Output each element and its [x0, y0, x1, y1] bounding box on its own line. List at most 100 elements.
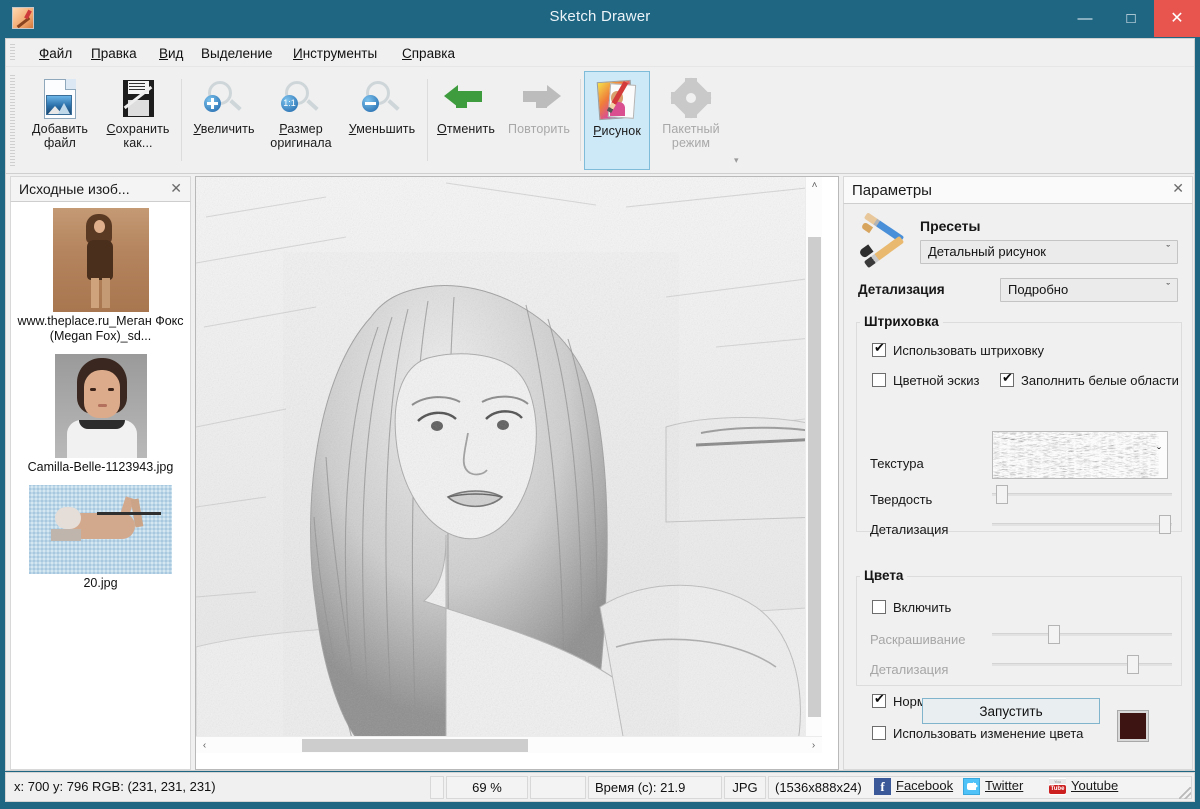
thumbnail-image[interactable]: [29, 485, 172, 574]
drawing-mode-label: Рисунок: [585, 124, 649, 138]
undo-button[interactable]: Отменить: [432, 72, 500, 168]
thumbnail-image[interactable]: [53, 208, 149, 312]
add-file-button[interactable]: Добавитьфайл: [22, 72, 98, 168]
minimize-button[interactable]: —: [1062, 0, 1108, 37]
menu-item-file[interactable]: ФФайлайл: [34, 43, 77, 64]
toolbar-drag-grip[interactable]: [10, 75, 15, 167]
redo-button: Повторить: [501, 72, 577, 168]
detail-level-select[interactable]: Подробно ˇ: [1000, 278, 1178, 302]
source-images-title-bar: Исходные изоб... ✕: [10, 176, 191, 202]
hatching-detail-slider[interactable]: [992, 515, 1172, 533]
batch-mode-label: Пакетныйрежим: [654, 122, 728, 150]
close-button[interactable]: ✕: [1154, 0, 1200, 37]
zoom-in-label: Увеличить: [186, 122, 262, 136]
application-window: Sketch Drawer — □ ✕ ФФайлайл Правка Вид …: [0, 0, 1200, 809]
fill-white-areas-checkbox[interactable]: [1000, 373, 1014, 387]
actual-size-icon: 1:1: [276, 78, 326, 120]
scroll-right-icon[interactable]: ›: [805, 737, 822, 753]
zoom-in-button[interactable]: Увеличить: [186, 72, 262, 168]
hatching-group-label: Штриховка: [860, 314, 943, 329]
twitter-icon[interactable]: [963, 778, 980, 795]
menu-item-edit[interactable]: Правка: [86, 43, 142, 64]
histogram-normalization-checkbox[interactable]: [872, 694, 886, 708]
youtube-link[interactable]: Youtube: [1071, 778, 1118, 793]
thumbnail-caption: www.theplace.ru_Меган Фокс (Megan Fox)_s…: [11, 312, 190, 350]
colors-detail-slider-knob: [1127, 655, 1139, 674]
hardness-slider-knob[interactable]: [996, 485, 1008, 504]
scroll-left-icon[interactable]: ‹: [196, 737, 213, 753]
colorize-slider-track: [992, 633, 1172, 636]
hatching-detail-label: Детализация: [870, 522, 948, 537]
save-as-button[interactable]: Сохранитькак...: [99, 72, 177, 168]
toolbar-overflow-chevron-icon[interactable]: ▾: [734, 155, 739, 166]
menu-item-help[interactable]: Справка: [397, 43, 460, 64]
colors-enable-label: Включить: [893, 600, 951, 615]
menu-item-view[interactable]: Вид: [154, 43, 188, 64]
source-images-list[interactable]: www.theplace.ru_Меган Фокс (Megan Fox)_s…: [10, 202, 191, 770]
list-item[interactable]: Camilla-Belle-1123943.jpg: [11, 354, 190, 481]
scroll-up-icon[interactable]: ˄: [806, 177, 822, 194]
status-image-dimensions: (1536x888x24): [775, 780, 862, 795]
menu-item-tools[interactable]: Инструменты: [288, 43, 382, 64]
use-color-change-checkbox[interactable]: [872, 726, 886, 740]
maximize-button[interactable]: □: [1108, 0, 1154, 37]
run-button[interactable]: Запустить: [922, 698, 1100, 724]
status-bar: x: 700 y: 796 RGB: (231, 231, 231) 69 % …: [5, 772, 1195, 802]
facebook-link[interactable]: Facebook: [896, 778, 953, 793]
source-images-panel: Исходные изоб... ✕ www.theplace.ru_Меган…: [10, 176, 191, 770]
parameters-title: Параметры: [852, 182, 932, 199]
status-spacer-1: [430, 776, 444, 799]
chevron-down-icon: ˇ: [1157, 445, 1161, 459]
parameters-title-bar: Параметры ✕: [843, 176, 1193, 204]
youtube-icon[interactable]: You Tube: [1049, 778, 1066, 795]
horizontal-scrollbar[interactable]: ‹ ›: [196, 736, 822, 753]
add-file-label: Добавитьфайл: [22, 122, 98, 150]
color-swatch-button[interactable]: [1118, 711, 1148, 741]
thumbnail-caption: 20.jpg: [11, 574, 190, 597]
use-hatching-checkbox[interactable]: [872, 343, 886, 357]
sketch-preview-image[interactable]: [196, 177, 822, 753]
hardness-slider-track: [992, 493, 1172, 496]
texture-select[interactable]: ˇ: [992, 431, 1168, 479]
parameters-close-icon[interactable]: ✕: [1172, 180, 1184, 197]
window-title: Sketch Drawer: [0, 8, 1200, 25]
detail-level-label: Детализация: [858, 282, 945, 297]
actual-size-label: Размероригинала: [263, 122, 339, 150]
menu-item-selection[interactable]: Выделение: [196, 43, 278, 64]
zoom-out-button[interactable]: Уменьшить: [340, 72, 424, 168]
presets-select[interactable]: Детальный рисунок ˇ: [920, 240, 1178, 264]
parameters-body: Пресеты Детальный рисунок ˇ Детализация …: [843, 204, 1193, 770]
actual-size-button[interactable]: 1:1 Размероригинала: [263, 72, 339, 168]
colors-enable-checkbox[interactable]: [872, 600, 886, 614]
brush-pencil-icon: [858, 218, 910, 270]
vertical-scroll-thumb[interactable]: [808, 237, 821, 717]
resize-grip[interactable]: [1179, 787, 1191, 799]
drawing-mode-button[interactable]: Рисунок: [584, 71, 650, 170]
twitter-link[interactable]: Twitter: [985, 778, 1023, 793]
batch-mode-button: Пакетныйрежим: [654, 72, 728, 168]
menu-drag-grip[interactable]: [10, 44, 15, 62]
hardness-label: Твердость: [870, 492, 932, 507]
colors-detail-label: Детализация: [870, 662, 948, 677]
hatching-detail-slider-knob[interactable]: [1159, 515, 1171, 534]
vertical-scrollbar[interactable]: ˄ ˅: [805, 177, 822, 753]
menu-bar: ФФайлайл Правка Вид Выделение Инструмент…: [6, 39, 1194, 67]
zoom-out-label: Уменьшить: [340, 122, 424, 136]
source-images-close-icon[interactable]: ✕: [170, 180, 182, 197]
redo-label: Повторить: [501, 122, 577, 136]
colors-detail-slider-track: [992, 663, 1172, 666]
hardness-slider[interactable]: [992, 485, 1172, 503]
colorize-slider: [992, 625, 1172, 643]
facebook-icon[interactable]: f: [874, 778, 891, 795]
list-item[interactable]: www.theplace.ru_Меган Фокс (Megan Fox)_s…: [11, 208, 190, 350]
chevron-down-icon: ˇ: [1166, 282, 1170, 294]
horizontal-scroll-thumb[interactable]: [302, 739, 528, 752]
source-images-title: Исходные изоб...: [19, 181, 130, 197]
thumbnail-caption: Camilla-Belle-1123943.jpg: [11, 458, 190, 481]
title-bar: Sketch Drawer — □ ✕: [0, 0, 1200, 38]
sketch-canvas[interactable]: ˄ ˅ ‹ ›: [196, 177, 822, 753]
color-sketch-checkbox[interactable]: [872, 373, 886, 387]
list-item[interactable]: 20.jpg: [11, 485, 190, 597]
save-as-icon: [116, 78, 160, 120]
thumbnail-image[interactable]: [55, 354, 147, 458]
